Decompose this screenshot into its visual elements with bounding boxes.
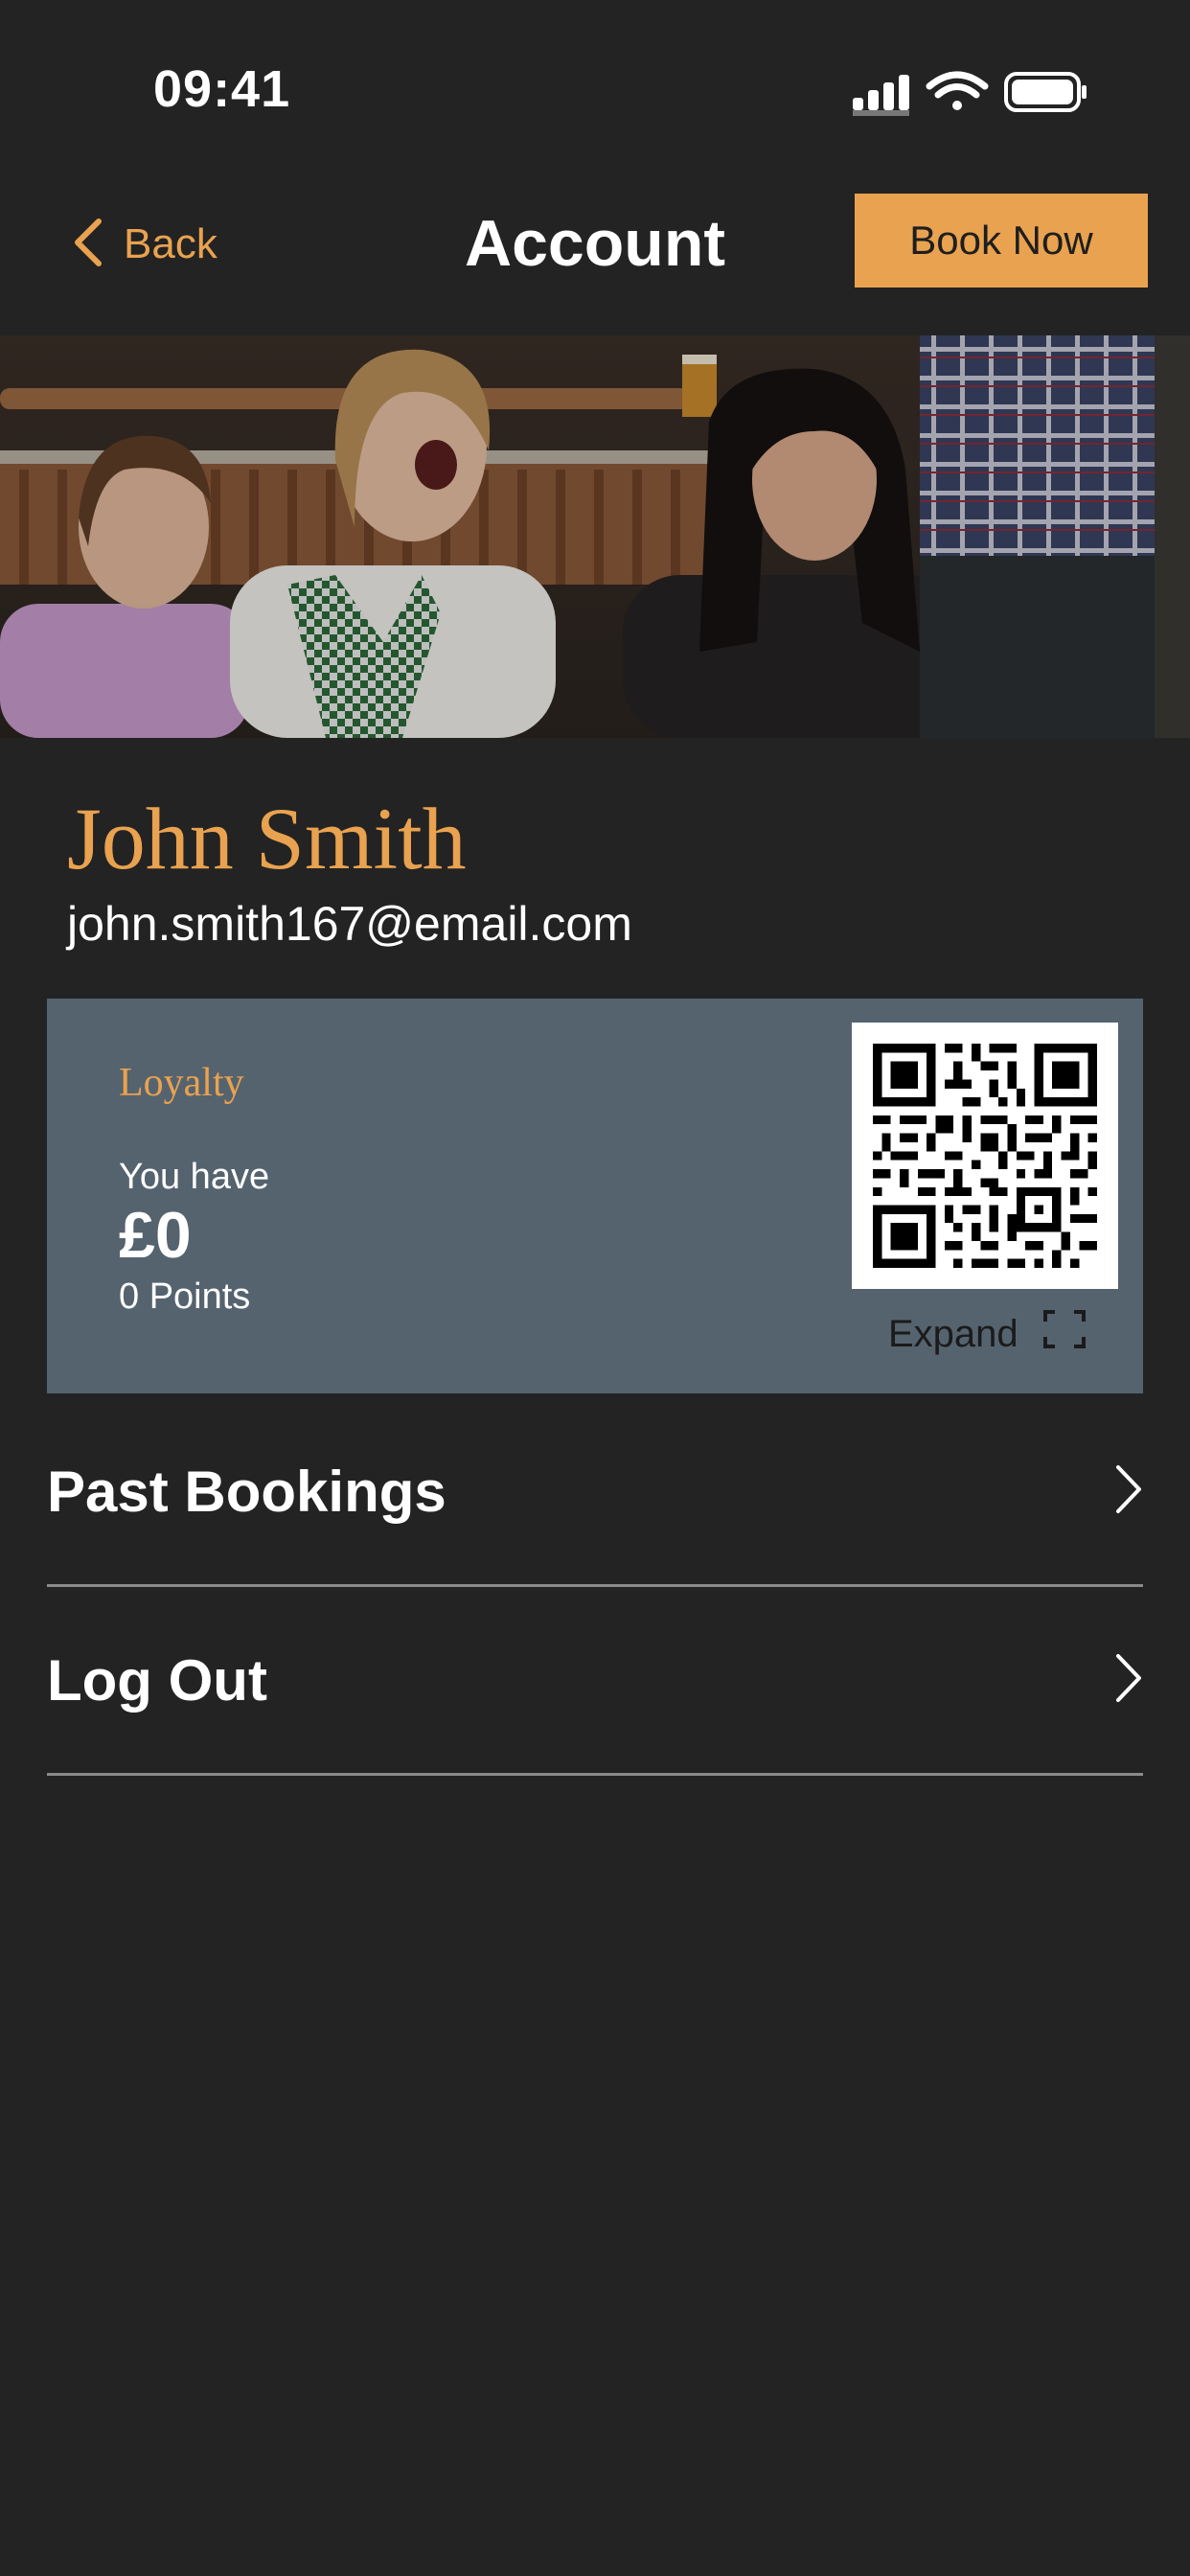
chevron-right-icon (1114, 1463, 1143, 1520)
expand-label: Expand (888, 1312, 1018, 1355)
chevron-left-icon (72, 218, 103, 272)
wifi-icon (926, 71, 989, 110)
back-label: Back (124, 220, 217, 267)
status-icons (853, 69, 1087, 117)
status-time: 09:41 (153, 60, 291, 118)
loyalty-balance: £0 (119, 1199, 192, 1272)
expand-icon (1042, 1310, 1086, 1358)
loyalty-you-have-label: You have (119, 1157, 270, 1197)
chevron-right-icon (1114, 1652, 1143, 1709)
battery-icon (1004, 72, 1087, 112)
loyalty-points: 0 Points (119, 1276, 251, 1317)
menu-item-past-bookings[interactable]: Past Bookings (47, 1398, 1143, 1587)
book-now-button[interactable]: Book Now (855, 194, 1148, 288)
menu-item-label: Past Bookings (47, 1459, 446, 1524)
menu-item-log-out[interactable]: Log Out (47, 1587, 1143, 1776)
menu-item-label: Log Out (47, 1647, 267, 1713)
hero-photo (0, 335, 1190, 738)
loyalty-card: Loyalty You have £0 0 Points Expand (47, 999, 1143, 1393)
profile-email: john.smith167@email.com (67, 897, 632, 951)
signal-icon (853, 75, 909, 116)
profile-name: John Smith (67, 790, 467, 887)
expand-button[interactable]: Expand (888, 1310, 1086, 1358)
loyalty-title: Loyalty (119, 1061, 244, 1105)
back-button[interactable]: Back (72, 211, 217, 278)
qr-code[interactable] (852, 1023, 1118, 1289)
